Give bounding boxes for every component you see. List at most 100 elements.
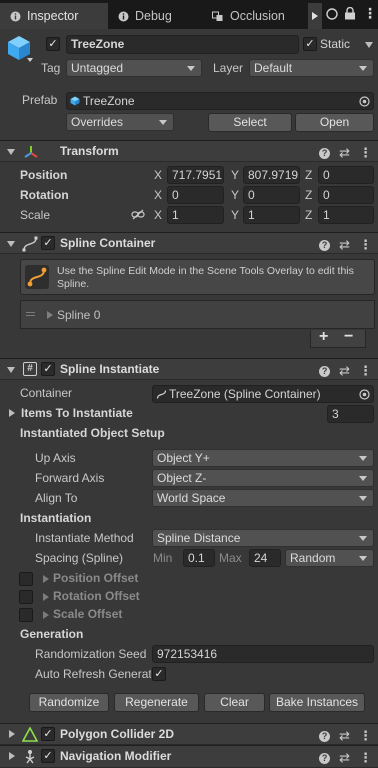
debug-icon [118,11,129,21]
spline-info-icon [25,265,49,289]
component-menu-icon[interactable]: ⋮ [359,750,372,766]
foldout-arrow-icon[interactable] [9,409,15,417]
spline-instantiate-enabled-checkbox[interactable]: ✓ [41,362,55,376]
tab-occlusion[interactable]: Occlusion [212,3,308,29]
preset-icon[interactable]: ⇄ [339,750,350,766]
seed-field[interactable]: 972153416 [152,645,374,663]
open-button[interactable]: Open [295,113,374,132]
spline-list-item[interactable]: Spline 0 [57,308,100,322]
foldout-arrow-icon[interactable] [47,311,53,319]
scale-y-field[interactable]: 1 [243,206,300,224]
preset-icon[interactable]: ⇄ [339,237,350,253]
padlock-icon[interactable] [344,7,356,20]
object-picker-icon[interactable] [359,96,370,107]
polygon-collider-enabled-checkbox[interactable]: ✓ [41,727,55,741]
tab-debug[interactable]: Debug [118,3,204,29]
navigation-modifier-icon [25,750,35,764]
max-field[interactable]: 24 [249,549,281,567]
foldout-arrow-icon[interactable] [43,593,49,601]
chevron-down-icon [359,496,367,501]
select-button[interactable]: Select [208,113,292,132]
help-icon[interactable]: ? [319,239,331,251]
tab-inspector-label: Inspector [27,9,79,23]
items-count-field[interactable]: 3 [327,405,374,423]
help-icon[interactable]: ? [319,365,331,377]
object-picker-icon[interactable] [359,389,370,400]
tab-menu-icon[interactable]: ⋮ [363,6,377,20]
icon-dropdown-icon[interactable] [27,58,33,62]
clear-button[interactable]: Clear [204,693,265,712]
foldout-arrow-icon[interactable] [43,611,49,619]
up-axis-dropdown[interactable]: Object Y+ [152,449,374,467]
layer-dropdown[interactable]: Default [249,59,374,77]
position-z-field[interactable]: 0 [318,166,374,184]
polygon-collider-header[interactable]: ✓ Polygon Collider 2D ? ⇄ ⋮ [0,723,378,745]
foldout-arrow-icon[interactable] [9,752,15,760]
component-menu-icon[interactable]: ⋮ [359,237,372,253]
position-x-label: X [154,168,163,182]
container-field[interactable]: TreeZone (Spline Container) [152,385,374,403]
position-offset-checkbox[interactable] [19,572,33,586]
items-to-instantiate-label[interactable]: Items To Instantiate [21,406,133,420]
scale-offset-checkbox[interactable] [19,608,33,622]
drag-handle-icon[interactable] [26,312,35,316]
max-label: Max [219,551,242,565]
preset-icon[interactable]: ⇄ [339,363,350,379]
rotation-offset-checkbox[interactable] [19,590,33,604]
component-menu-icon[interactable]: ⋮ [359,363,372,379]
lock-icon[interactable] [326,8,338,20]
randomize-button[interactable]: Randomize [29,693,109,712]
link-icon[interactable] [131,209,145,220]
rotation-x-field[interactable]: 0 [167,186,224,204]
spline-instantiate-header[interactable]: # ✓ Spline Instantiate ? ⇄ ⋮ [0,358,378,380]
overrides-dropdown[interactable]: Overrides [66,113,174,131]
bake-instances-button[interactable]: Bake Instances [269,693,365,712]
scale-x-field[interactable]: 1 [167,206,224,224]
min-field[interactable]: 0.1 [183,549,215,567]
foldout-arrow-icon[interactable] [7,149,15,155]
position-y-field[interactable]: 807.9719 [243,166,300,184]
scale-z-field[interactable]: 1 [318,206,374,224]
preset-icon[interactable]: ⇄ [339,728,350,744]
spacing-mode-dropdown[interactable]: Random [285,549,374,567]
spline-container-enabled-checkbox[interactable]: ✓ [41,236,55,250]
spacing-label: Spacing (Spline) [35,551,124,565]
tab-inspector[interactable]: Inspector [0,3,108,29]
tab-occlusion-label: Occlusion [230,9,285,23]
prefab-field[interactable]: TreeZone [66,92,374,110]
active-checkbox[interactable]: ✓ [46,37,60,51]
object-name-field[interactable]: TreeZone [66,35,299,54]
spline-container-header[interactable]: ✓ Spline Container ? ⇄ ⋮ [0,232,378,254]
help-icon[interactable]: ? [319,730,331,742]
static-dropdown-icon[interactable] [365,42,373,48]
navigation-modifier-enabled-checkbox[interactable]: ✓ [41,749,55,763]
chevron-down-icon [359,556,367,561]
instantiate-method-dropdown[interactable]: Spline Distance [152,529,374,547]
transform-header[interactable]: Transform ? ⇄ ⋮ [0,140,378,162]
static-label: Static [320,37,351,51]
preset-icon[interactable]: ⇄ [339,145,350,161]
help-icon[interactable]: ? [319,752,331,764]
rotation-z-field[interactable]: 0 [318,186,374,204]
foldout-arrow-icon[interactable] [43,575,49,583]
forward-axis-dropdown[interactable]: Object Z- [152,469,374,487]
rotation-y-field[interactable]: 0 [243,186,300,204]
foldout-arrow-icon[interactable] [9,730,15,738]
tab-scroll-button[interactable] [308,3,322,29]
align-to-dropdown[interactable]: World Space [152,489,374,507]
chevron-down-icon [359,476,367,481]
remove-button[interactable]: − [344,328,353,346]
tag-dropdown[interactable]: Untagged [66,59,202,77]
position-x-field[interactable]: 717.7951 [167,166,224,184]
navigation-modifier-header[interactable]: ✓ Navigation Modifier ? ⇄ ⋮ [0,745,378,768]
foldout-arrow-icon[interactable] [7,241,15,247]
foldout-arrow-icon[interactable] [7,367,15,373]
static-checkbox[interactable]: ✓ [303,37,317,51]
component-menu-icon[interactable]: ⋮ [359,728,372,744]
auto-refresh-checkbox[interactable]: ✓ [152,667,166,681]
regenerate-button[interactable]: Regenerate [114,693,199,712]
add-button[interactable]: + [319,328,328,346]
component-menu-icon[interactable]: ⋮ [359,145,372,161]
help-icon[interactable]: ? [319,147,331,159]
auto-refresh-label: Auto Refresh Generation [35,667,151,681]
